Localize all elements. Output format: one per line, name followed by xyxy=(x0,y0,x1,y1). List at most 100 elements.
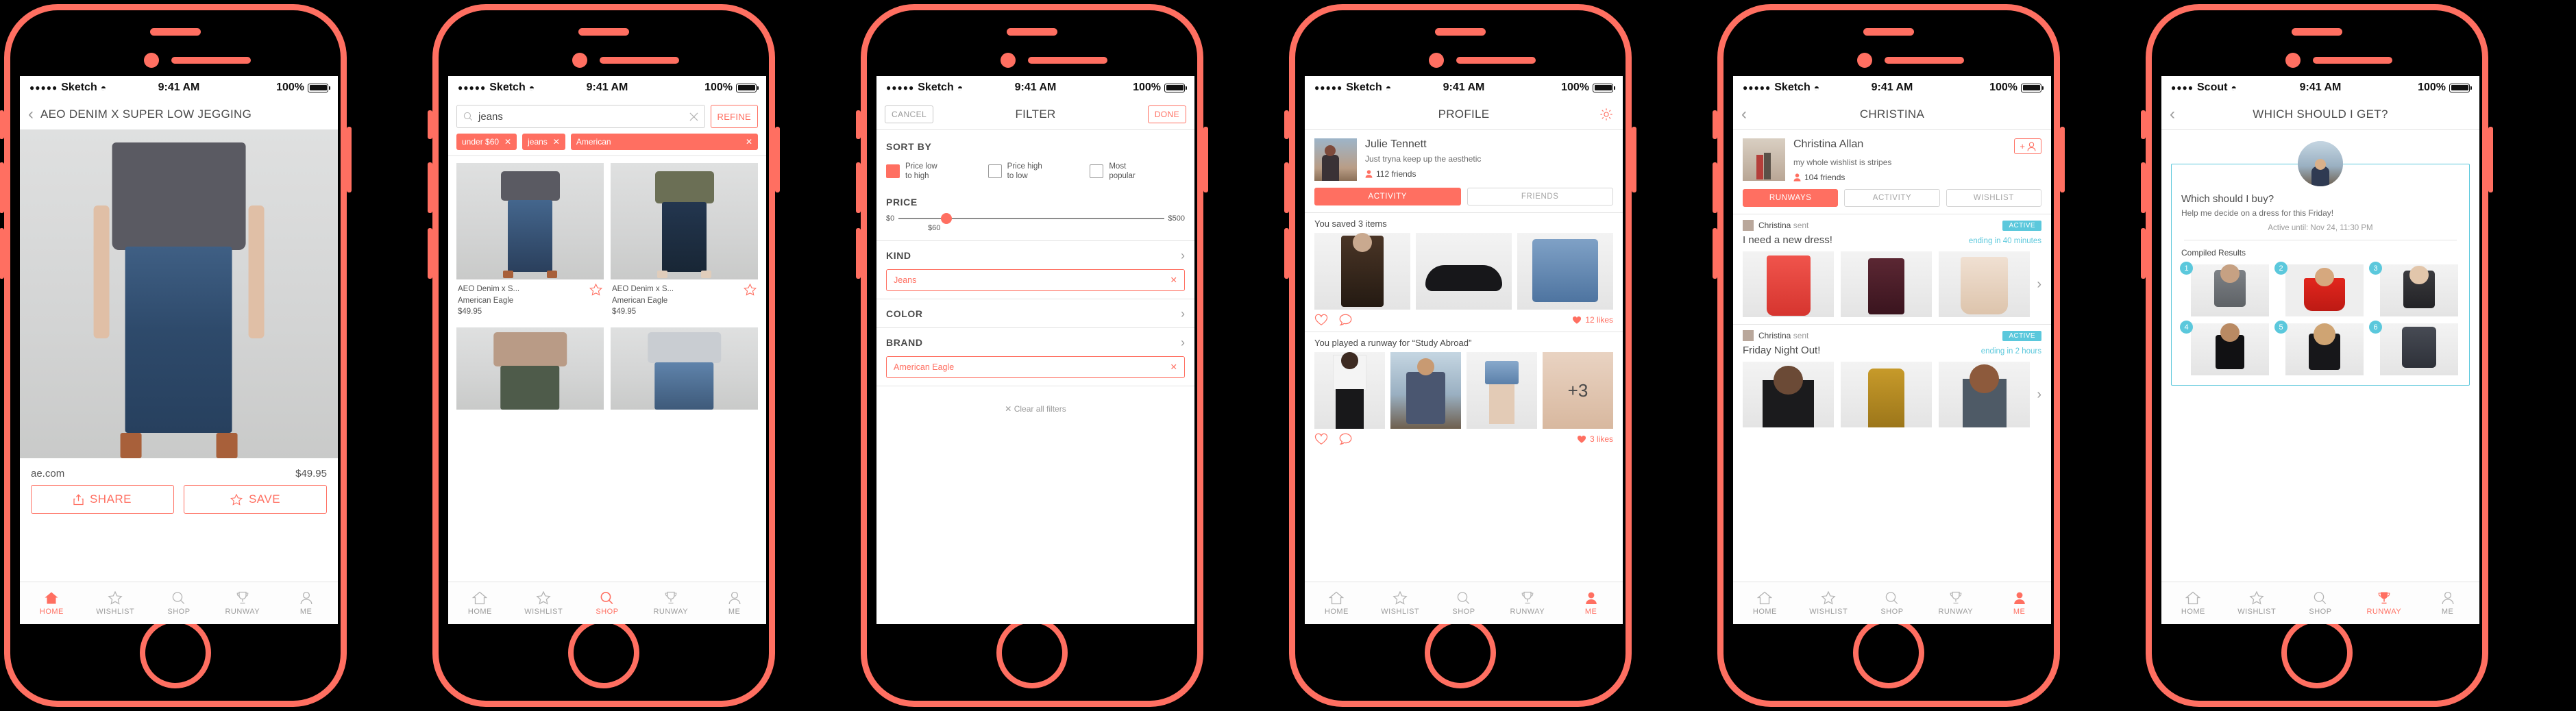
tab-me[interactable]: ME xyxy=(1987,591,2051,616)
avatar[interactable] xyxy=(1314,138,1357,181)
tab-shop[interactable]: SHOP xyxy=(147,591,211,616)
heart-outline-icon[interactable] xyxy=(1314,314,1328,326)
sort-option-price-high-low[interactable]: Price high to low xyxy=(988,162,1083,182)
tab-wishlist[interactable]: WISHLIST xyxy=(1797,590,1861,616)
volume-down-button[interactable] xyxy=(428,228,432,279)
silent-switch[interactable] xyxy=(0,110,4,139)
silent-switch[interactable] xyxy=(428,110,432,139)
close-icon[interactable]: ✕ xyxy=(504,137,511,147)
tab-home[interactable]: HOME xyxy=(448,591,512,616)
filter-chip-kind[interactable]: jeans ✕ xyxy=(522,134,565,150)
feed-image[interactable] xyxy=(1467,352,1537,429)
volume-up-button[interactable] xyxy=(1284,162,1289,213)
checkbox[interactable] xyxy=(886,164,900,179)
close-icon[interactable] xyxy=(689,112,698,121)
search-input[interactable]: jeans xyxy=(456,105,705,128)
close-icon[interactable]: ✕ xyxy=(1170,362,1177,372)
result-item[interactable]: 6 xyxy=(2369,321,2460,375)
tab-me[interactable]: ME xyxy=(702,591,766,616)
volume-down-button[interactable] xyxy=(1284,228,1289,279)
feed-image[interactable] xyxy=(1416,233,1512,310)
share-button[interactable]: SHARE xyxy=(31,485,174,514)
silent-switch[interactable] xyxy=(1713,110,1717,139)
result-item[interactable]: 2 xyxy=(2274,262,2365,316)
tab-shop[interactable]: SHOP xyxy=(2289,591,2353,616)
filter-chip-brand[interactable]: American ✕ xyxy=(570,134,758,150)
tab-shop[interactable]: SHOP xyxy=(576,591,639,616)
volume-up-button[interactable] xyxy=(0,162,4,213)
home-button[interactable] xyxy=(1425,617,1496,688)
star-icon[interactable] xyxy=(744,284,757,296)
filter-section-kind[interactable]: KIND › xyxy=(876,241,1194,269)
filter-value-brand[interactable]: American Eagle ✕ xyxy=(886,356,1185,378)
volume-up-button[interactable] xyxy=(428,162,432,213)
avatar[interactable] xyxy=(2298,141,2343,186)
slider-track[interactable] xyxy=(898,212,1164,224)
runway-item[interactable] xyxy=(1743,251,1835,317)
tab-runways[interactable]: RUNWAYS xyxy=(1743,189,1839,207)
tab-home[interactable]: HOME xyxy=(20,591,84,616)
product-card[interactable] xyxy=(611,327,758,410)
checkbox[interactable] xyxy=(988,164,1002,179)
chevron-right-icon[interactable]: › xyxy=(1181,249,1185,263)
power-button[interactable] xyxy=(1632,127,1636,192)
chevron-right-icon[interactable]: › xyxy=(1181,307,1185,321)
volume-up-button[interactable] xyxy=(1713,162,1717,213)
gear-icon[interactable] xyxy=(1599,108,1613,121)
volume-down-button[interactable] xyxy=(2141,228,2146,279)
tab-activity[interactable]: ACTIVITY xyxy=(1844,189,1940,207)
tab-wishlist[interactable]: WISHLIST xyxy=(1946,189,2041,207)
tab-activity[interactable]: ACTIVITY xyxy=(1314,188,1461,205)
runway-card[interactable]: Christina sent ACTIVE Friday Night Out! … xyxy=(1733,325,2051,427)
tab-wishlist[interactable]: WISHLIST xyxy=(84,590,147,616)
price-slider[interactable]: $0 $500 xyxy=(886,212,1185,224)
home-button[interactable] xyxy=(1853,617,1924,688)
home-button[interactable] xyxy=(140,617,211,688)
silent-switch[interactable] xyxy=(2141,110,2146,139)
result-item[interactable]: 5 xyxy=(2274,321,2365,375)
tab-me[interactable]: ME xyxy=(274,591,338,616)
filter-section-brand[interactable]: BRAND › xyxy=(876,328,1194,356)
tab-runway[interactable]: RUNWAY xyxy=(2352,591,2416,616)
filter-section-color[interactable]: COLOR › xyxy=(876,299,1194,327)
chevron-right-icon[interactable]: › xyxy=(2037,277,2041,292)
refine-button[interactable]: REFINE xyxy=(710,105,758,128)
feed-image-overflow[interactable]: +3 xyxy=(1543,352,1613,429)
product-card[interactable] xyxy=(456,327,604,410)
chevron-right-icon[interactable]: › xyxy=(1181,336,1185,350)
tab-runway[interactable]: RUNWAY xyxy=(1924,591,1987,616)
tab-me[interactable]: ME xyxy=(2416,591,2479,616)
tab-wishlist[interactable]: WISHLIST xyxy=(2225,590,2289,616)
tab-runway[interactable]: RUNWAY xyxy=(1495,591,1559,616)
add-friend-button[interactable]: + xyxy=(2014,138,2041,154)
close-icon[interactable]: ✕ xyxy=(553,137,560,147)
feed-image[interactable] xyxy=(1314,233,1410,310)
feed-image[interactable] xyxy=(1390,352,1461,429)
close-icon[interactable]: ✕ xyxy=(746,137,752,147)
feed-image[interactable] xyxy=(1314,352,1385,429)
avatar[interactable] xyxy=(1743,138,1785,181)
power-button[interactable] xyxy=(1203,127,1208,192)
filter-value-kind[interactable]: Jeans ✕ xyxy=(886,269,1185,291)
tab-me[interactable]: ME xyxy=(1559,591,1623,616)
product-card[interactable]: AEO Denim x S... American Eagle $49.95 xyxy=(456,163,604,321)
tab-home[interactable]: HOME xyxy=(1305,591,1369,616)
tab-home[interactable]: HOME xyxy=(1733,591,1797,616)
tab-shop[interactable]: SHOP xyxy=(1432,591,1496,616)
comment-icon[interactable] xyxy=(1339,433,1352,445)
runway-item[interactable] xyxy=(1939,362,2031,427)
chevron-right-icon[interactable]: › xyxy=(2037,387,2041,403)
slider-knob[interactable] xyxy=(940,212,952,224)
tab-friends[interactable]: FRIENDS xyxy=(1467,188,1613,205)
runway-item[interactable] xyxy=(1841,251,1933,317)
result-item[interactable]: 3 xyxy=(2369,262,2460,316)
home-button[interactable] xyxy=(996,617,1068,688)
tab-runway[interactable]: RUNWAY xyxy=(210,591,274,616)
home-button[interactable] xyxy=(2281,617,2353,688)
sort-option-most-popular[interactable]: Most popular xyxy=(1090,162,1185,182)
product-card[interactable]: AEO Denim x S... American Eagle $49.95 xyxy=(611,163,758,321)
volume-down-button[interactable] xyxy=(856,228,861,279)
clear-all-filters-button[interactable]: ✕ Clear all filters xyxy=(876,386,1194,414)
volume-down-button[interactable] xyxy=(0,228,4,279)
runway-item[interactable] xyxy=(1841,362,1933,427)
